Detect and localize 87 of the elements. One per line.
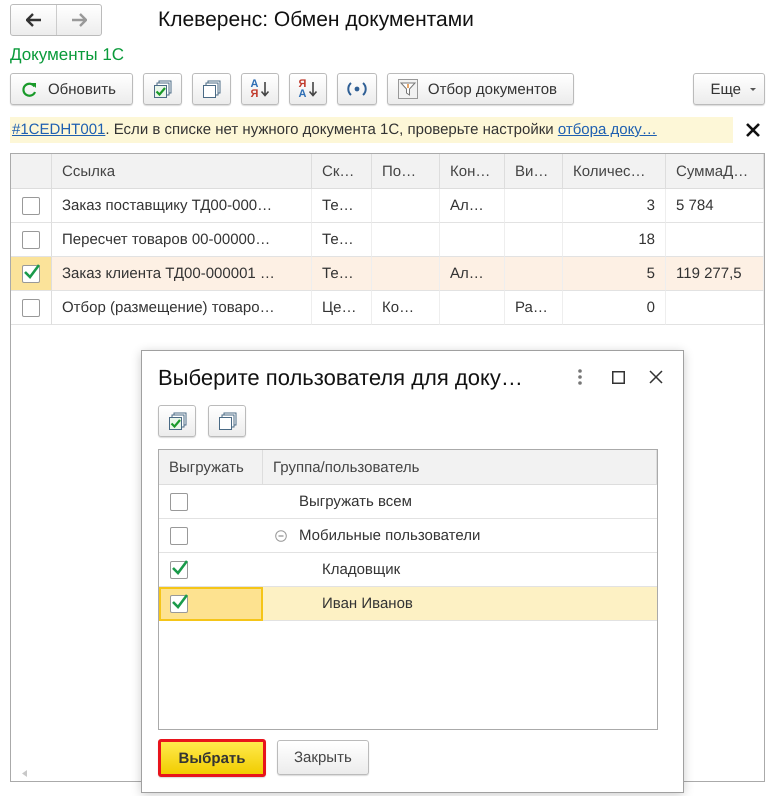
table-cell: Те… <box>312 189 372 223</box>
section-title: Документы 1С <box>10 45 126 66</box>
tree-row[interactable]: Выгружать всем <box>159 485 657 519</box>
collapse-toggle[interactable] <box>275 530 287 542</box>
uncheck-all-button[interactable] <box>192 73 231 105</box>
info-message: #1CEDHT001. Если в списке нет нужного документа 1С, проверьте настройки отбора доку… <box>10 117 733 143</box>
checkbox[interactable] <box>170 595 188 613</box>
uncheck-all-button[interactable] <box>208 405 246 437</box>
checkbox[interactable] <box>170 526 188 544</box>
user-name[interactable]: Мобильные пользователи <box>299 527 480 544</box>
back-arrow-icon <box>26 13 42 27</box>
empty-cell <box>505 189 563 223</box>
checkbox[interactable] <box>170 492 188 510</box>
column-header[interactable]: Количес… <box>563 154 666 189</box>
user-name[interactable]: Иван Иванов <box>322 595 413 612</box>
down-arrow-icon <box>309 81 318 97</box>
code-link[interactable]: #1CEDHT001 <box>12 121 106 138</box>
broadcast-button[interactable] <box>336 73 377 105</box>
table-cell: 119 277,5 <box>666 257 764 291</box>
forward-arrow-icon <box>71 13 87 27</box>
header-cell <box>11 154 52 189</box>
checkbox[interactable] <box>22 264 40 282</box>
column-header[interactable]: Ск… <box>312 154 372 189</box>
check-all-icon <box>152 78 173 100</box>
dialog-title: Выберите пользователя для доку… <box>158 365 523 391</box>
select-button[interactable]: Выбрать <box>158 739 266 777</box>
table-cell: 3 <box>563 189 666 223</box>
check-all-icon <box>166 410 188 432</box>
table-cell: Заказ поставщику ТД00-000… <box>52 189 312 223</box>
caret-icon <box>750 88 756 90</box>
uncheck-all-icon <box>216 410 238 432</box>
checkbox[interactable] <box>22 196 40 214</box>
close-button[interactable] <box>745 122 761 138</box>
column-header[interactable]: СуммаД… <box>666 154 764 189</box>
table-cell: Те… <box>312 257 372 291</box>
checkbox[interactable] <box>170 560 188 578</box>
table-row[interactable]: Заказ поставщику ТД00-000… Те… Ал… 3 5 784 <box>11 189 764 223</box>
column-header[interactable]: Ви… <box>505 154 563 189</box>
check-all-button[interactable] <box>142 73 182 105</box>
table-row[interactable]: Отбор (размещение) товаро… Це… Ко… Ра… 0 <box>11 291 764 325</box>
tree-row[interactable]: Иван Иванов <box>159 587 657 621</box>
table-row[interactable]: Заказ клиента ТД00-000001 … Те… Ал… 5 119 277,5 <box>11 257 764 291</box>
table-cell: Отбор (размещение) товаро… <box>52 291 312 325</box>
close-icon <box>649 370 663 384</box>
menu-icon <box>578 369 582 385</box>
checkmark-icon <box>23 262 41 278</box>
sort-button[interactable]: А Я <box>240 73 279 105</box>
table-cell: 5 784 <box>666 189 764 223</box>
broadcast-icon <box>346 80 368 98</box>
more-button[interactable]: Еще <box>693 73 765 105</box>
user-name[interactable]: Выгружать всем <box>299 493 412 510</box>
collapse-icon <box>275 530 287 542</box>
check-all-button[interactable] <box>158 405 196 437</box>
refresh-icon <box>21 80 38 98</box>
close-icon <box>745 122 761 138</box>
table-cell: Ко… <box>372 291 440 325</box>
column-header[interactable]: Выгружать <box>159 450 263 485</box>
window-title: Клеверенс: Обмен документами <box>158 8 474 32</box>
empty-cell <box>372 189 440 223</box>
maximize-icon <box>612 370 624 384</box>
user-name[interactable]: Кладовщик <box>322 561 400 578</box>
table-cell: 0 <box>563 291 666 325</box>
checkmark-icon <box>171 593 189 609</box>
settings-link[interactable]: отбора доку… <box>558 121 657 138</box>
table-cell: Ра… <box>505 291 563 325</box>
refresh-button[interactable]: Обновить <box>10 73 133 105</box>
table-cell: Це… <box>312 291 372 325</box>
column-header[interactable]: По… <box>372 154 440 189</box>
column-header[interactable]: Группа/пользователь <box>263 450 657 485</box>
table-cell: Ал… <box>440 257 505 291</box>
checkbox[interactable] <box>22 230 40 248</box>
table-cell: 5 <box>563 257 666 291</box>
funnel-icon <box>398 79 418 99</box>
column-header[interactable]: Кон… <box>440 154 505 189</box>
sort-button[interactable]: Я А <box>288 73 327 105</box>
down-arrow-icon <box>261 81 270 97</box>
checkbox[interactable] <box>22 298 40 316</box>
checkmark-icon <box>171 558 189 574</box>
close-dialog-button[interactable]: Закрыть <box>277 740 369 775</box>
column-header[interactable]: Ссылка <box>52 154 312 189</box>
tree-row[interactable]: Мобильные пользователи <box>159 519 657 553</box>
scroll-left-icon <box>22 770 27 777</box>
filter-button[interactable]: Отбор документов <box>386 73 574 105</box>
table-cell: Заказ клиента ТД00-000001 … <box>52 257 312 291</box>
table-cell: Ал… <box>440 189 505 223</box>
uncheck-all-icon <box>200 78 222 100</box>
empty-cell <box>440 291 505 325</box>
